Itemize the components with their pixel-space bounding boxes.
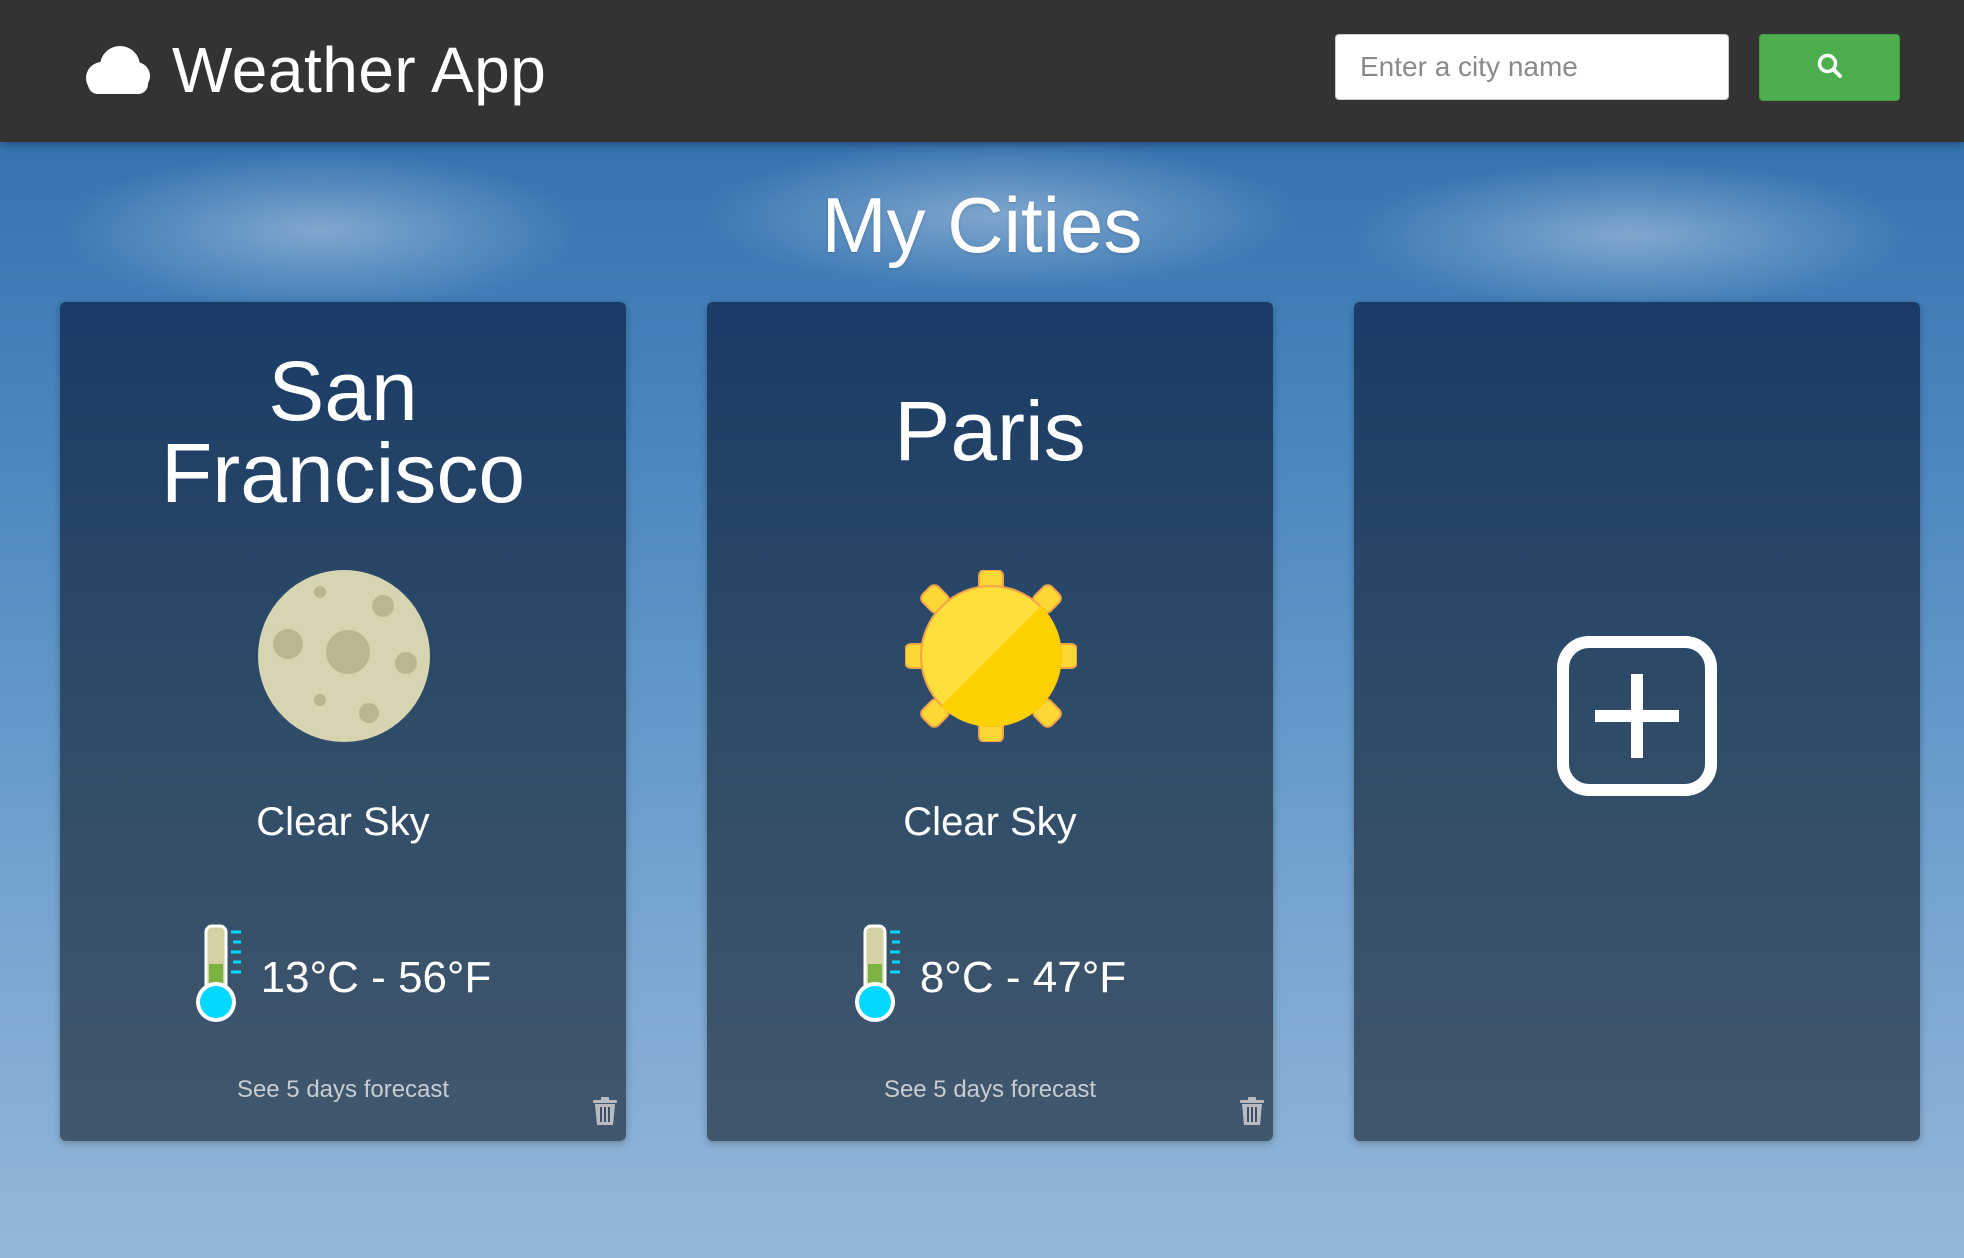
page-title: My Cities: [821, 181, 1143, 269]
app-title: Weather App: [172, 34, 547, 106]
city-card-san-francisco: San Francisco Clear Sky 13°C - 56°F See …: [60, 302, 626, 1141]
city-name: Paris: [894, 384, 1086, 478]
brand: Weather App: [80, 30, 546, 110]
search-button[interactable]: [1759, 34, 1900, 101]
city-name: San Francisco: [160, 344, 526, 520]
temperature-row: 8°C - 47°F: [707, 924, 1273, 1031]
temperature: 13°C - 56°F: [260, 952, 492, 1002]
trash-icon[interactable]: [1239, 1096, 1265, 1131]
app-header: Weather App: [0, 0, 1964, 142]
cloud-icon: [80, 44, 152, 96]
search-icon: [1816, 52, 1844, 83]
thermometer-icon: [195, 924, 245, 1031]
moon-icon: [258, 570, 430, 747]
trash-icon[interactable]: [592, 1096, 618, 1131]
city-card-paris: Paris Clear Sky 8°C - 47°F See 5 days fo…: [707, 302, 1273, 1141]
temperature: 8°C - 47°F: [919, 952, 1127, 1002]
add-icon[interactable]: [1557, 636, 1717, 801]
sun-icon: [904, 569, 1078, 747]
add-city-card[interactable]: [1354, 302, 1920, 1141]
forecast-link[interactable]: See 5 days forecast: [60, 1076, 626, 1104]
temperature-row: 13°C - 56°F: [60, 924, 626, 1031]
thermometer-icon: [854, 924, 904, 1031]
forecast-link[interactable]: See 5 days forecast: [707, 1076, 1273, 1104]
city-search-input[interactable]: [1335, 34, 1729, 100]
weather-condition: Clear Sky: [903, 800, 1077, 844]
weather-condition: Clear Sky: [256, 800, 430, 844]
